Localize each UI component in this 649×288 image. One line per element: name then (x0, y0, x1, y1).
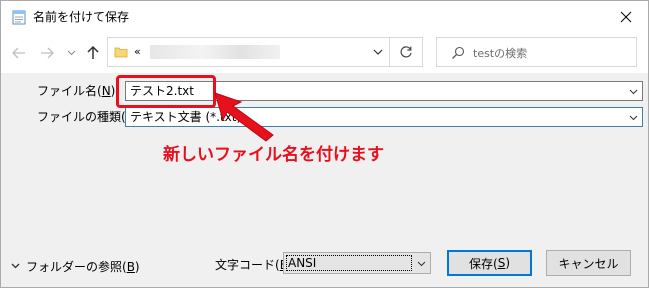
arrow-annotation-icon (214, 92, 274, 142)
chevron-down-icon (67, 50, 75, 56)
browse-folders-toggle[interactable]: フォルダーの参照(B) (11, 258, 140, 274)
save-button[interactable]: 保存(S) (447, 250, 532, 276)
blurred-path (150, 45, 280, 59)
refresh-button[interactable] (390, 37, 423, 67)
save-as-dialog: 名前を付けて保存 « testの検索 ファイル名(N): テスト2.txt ファ… (0, 0, 649, 288)
close-button[interactable] (611, 5, 641, 29)
search-box[interactable] (436, 37, 637, 67)
chevron-down-icon[interactable] (417, 259, 426, 268)
dialog-title: 名前を付けて保存 (33, 10, 130, 24)
encoding-value: ANSI (286, 255, 412, 271)
arrow-right-icon (41, 47, 54, 59)
chevron-down-icon (11, 263, 20, 269)
title-bar: 名前を付けて保存 (1, 1, 648, 33)
address-overflow-chevron[interactable]: « (134, 45, 141, 58)
chevron-down-icon[interactable] (629, 113, 638, 122)
refresh-icon (400, 46, 412, 58)
filename-label: ファイル名(N): (37, 84, 120, 98)
browse-folders-label: フォルダーの参照(B) (26, 259, 140, 274)
search-icon (452, 46, 465, 59)
cancel-button[interactable]: キャンセル (546, 250, 631, 276)
notepad-icon (12, 10, 26, 25)
close-icon (620, 11, 632, 23)
chevron-down-icon[interactable] (629, 87, 638, 96)
back-button[interactable] (9, 43, 29, 63)
annotation-text: 新しいファイル名を付けます (163, 145, 384, 165)
arrow-up-icon (87, 46, 99, 59)
forward-button[interactable] (37, 43, 57, 63)
navigation-bar: « (1, 33, 648, 73)
up-button[interactable] (83, 43, 103, 63)
address-bar[interactable]: « (107, 37, 390, 67)
arrow-left-icon (12, 47, 25, 59)
search-input[interactable] (473, 44, 623, 62)
folder-icon (114, 47, 128, 58)
chevron-down-icon[interactable] (371, 45, 385, 59)
recent-locations-button[interactable] (61, 43, 81, 63)
encoding-select[interactable]: ANSI (283, 252, 431, 274)
